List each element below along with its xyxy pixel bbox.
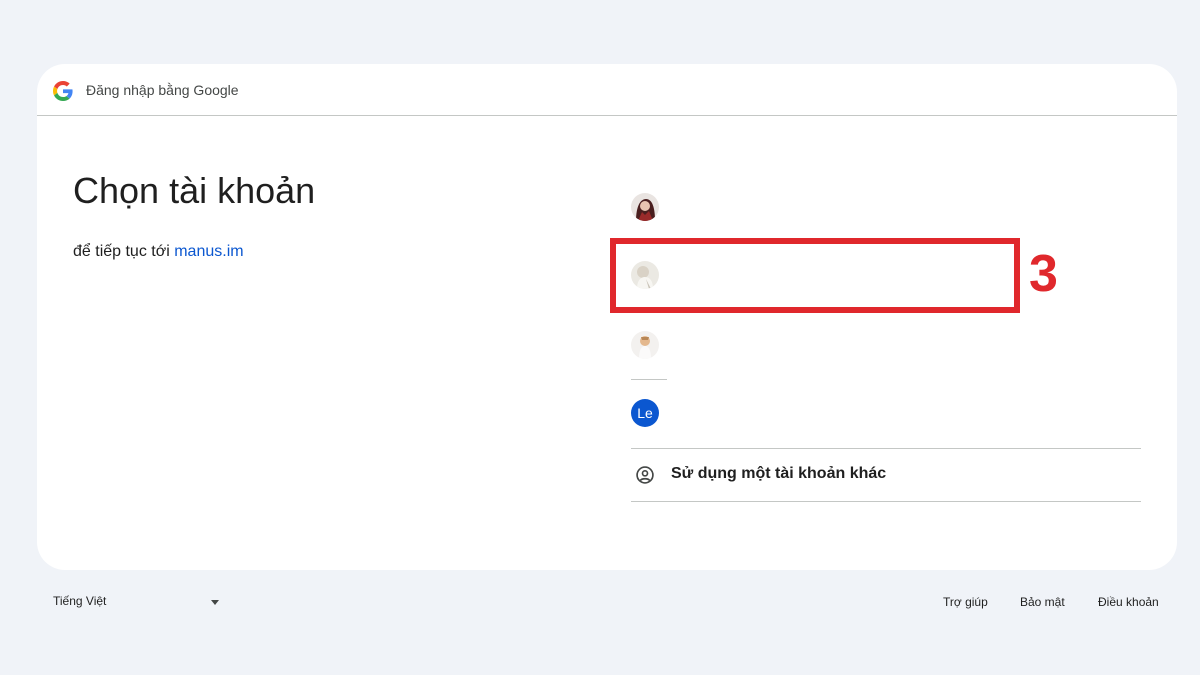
subtitle-prefix: để tiếp tục tới	[73, 243, 170, 260]
account-row-1[interactable]	[630, 185, 1140, 229]
app-link[interactable]: manus.im	[174, 243, 243, 260]
privacy-link[interactable]: Bảo mật	[1020, 595, 1065, 609]
use-another-account-button[interactable]: Sử dụng một tài khoản khác	[631, 449, 1141, 501]
language-selector[interactable]: Tiếng Việt	[53, 594, 223, 612]
header-title: Đăng nhập bằng Google	[86, 82, 239, 98]
avatar	[631, 331, 659, 359]
page-title: Chọn tài khoản	[73, 170, 316, 211]
card-header: Đăng nhập bằng Google	[37, 64, 1177, 116]
highlight-box	[610, 238, 1020, 313]
avatar	[631, 193, 659, 221]
divider	[631, 379, 667, 380]
subtitle: để tiếp tục tới manus.im	[73, 243, 244, 261]
language-label: Tiếng Việt	[53, 594, 107, 608]
divider	[631, 501, 1141, 502]
account-row-4[interactable]: Le	[630, 391, 1140, 435]
avatar-letter: Le	[631, 399, 659, 427]
step-number: 3	[1029, 245, 1058, 303]
caret-down-icon	[211, 600, 219, 605]
account-circle-icon	[636, 466, 654, 484]
terms-link[interactable]: Điều khoản	[1098, 595, 1159, 609]
google-g-icon	[53, 81, 73, 101]
use-another-account-label: Sử dụng một tài khoản khác	[671, 465, 887, 482]
help-link[interactable]: Trợ giúp	[943, 595, 988, 609]
account-row-3[interactable]	[630, 323, 1140, 367]
